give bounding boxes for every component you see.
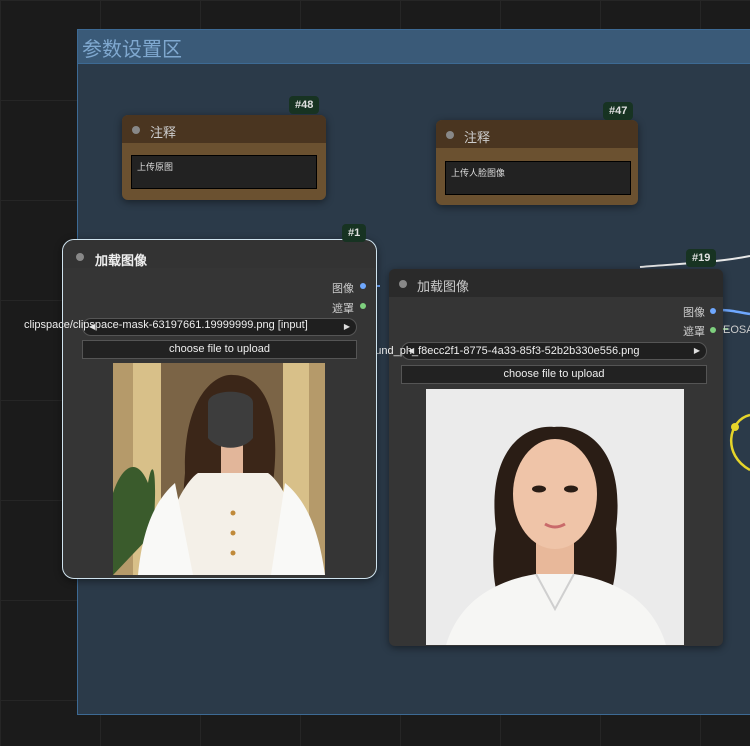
- node-id-badge: #1: [342, 224, 367, 242]
- load-image-node-1[interactable]: 加载图像 图像 遮罩 ◀ ▶ choose file to upload: [62, 239, 377, 579]
- note-node-47[interactable]: 注释 上传人脸图像: [436, 120, 638, 205]
- face-shape: [513, 439, 597, 549]
- node-title: 注释: [464, 130, 491, 145]
- image-filename: clipspace/clipspace-mask-63197661.199999…: [24, 319, 308, 331]
- face-mask-shape: [208, 391, 253, 448]
- note-node-48[interactable]: 注释 上传原图: [122, 115, 326, 200]
- output-image-label: 图像: [683, 307, 705, 319]
- image-preview: [426, 389, 684, 645]
- node-id-badge: #48: [289, 96, 320, 114]
- note-textarea[interactable]: 上传原图: [131, 155, 317, 189]
- group-title-bar[interactable]: 参数设置区: [78, 30, 750, 64]
- upload-button[interactable]: choose file to upload: [401, 365, 707, 384]
- collapse-dot-icon[interactable]: [399, 280, 407, 288]
- node-title: 注释: [150, 125, 177, 140]
- output-mask-port[interactable]: [360, 303, 366, 309]
- output-image-port[interactable]: [710, 308, 716, 314]
- note-header[interactable]: 注释: [122, 115, 326, 143]
- output-mask-label: 遮罩: [683, 326, 705, 338]
- output-mask-label: 遮罩: [332, 303, 354, 315]
- node-title: 加载图像: [95, 253, 148, 268]
- next-arrow-icon[interactable]: ▶: [344, 322, 350, 331]
- group-title: 参数设置区: [82, 39, 182, 61]
- output-image-label: 图像: [332, 283, 354, 295]
- node-title: 加载图像: [417, 279, 470, 294]
- note-header[interactable]: 注释: [436, 120, 638, 148]
- output-image-port[interactable]: [360, 283, 366, 289]
- node-id-badge: #19: [686, 249, 717, 267]
- output-mask-port[interactable]: [710, 327, 716, 333]
- upload-button[interactable]: choose file to upload: [82, 340, 357, 359]
- note-textarea[interactable]: 上传人脸图像: [445, 161, 631, 195]
- collapse-dot-icon[interactable]: [446, 131, 454, 139]
- node-id-badge: #47: [603, 102, 634, 120]
- collapse-dot-icon[interactable]: [76, 253, 84, 261]
- image-preview: [113, 363, 325, 575]
- node-header[interactable]: 加载图像: [389, 269, 723, 297]
- edge-label: EOSA: [723, 324, 750, 336]
- load-image-node-19[interactable]: 加载图像 图像 遮罩 ◀ ▶ choose file to upload: [389, 269, 723, 646]
- collapse-dot-icon[interactable]: [132, 126, 140, 134]
- shirt-shape: [446, 574, 666, 645]
- next-arrow-icon[interactable]: ▶: [694, 346, 700, 355]
- node-header[interactable]: 加载图像: [63, 240, 376, 268]
